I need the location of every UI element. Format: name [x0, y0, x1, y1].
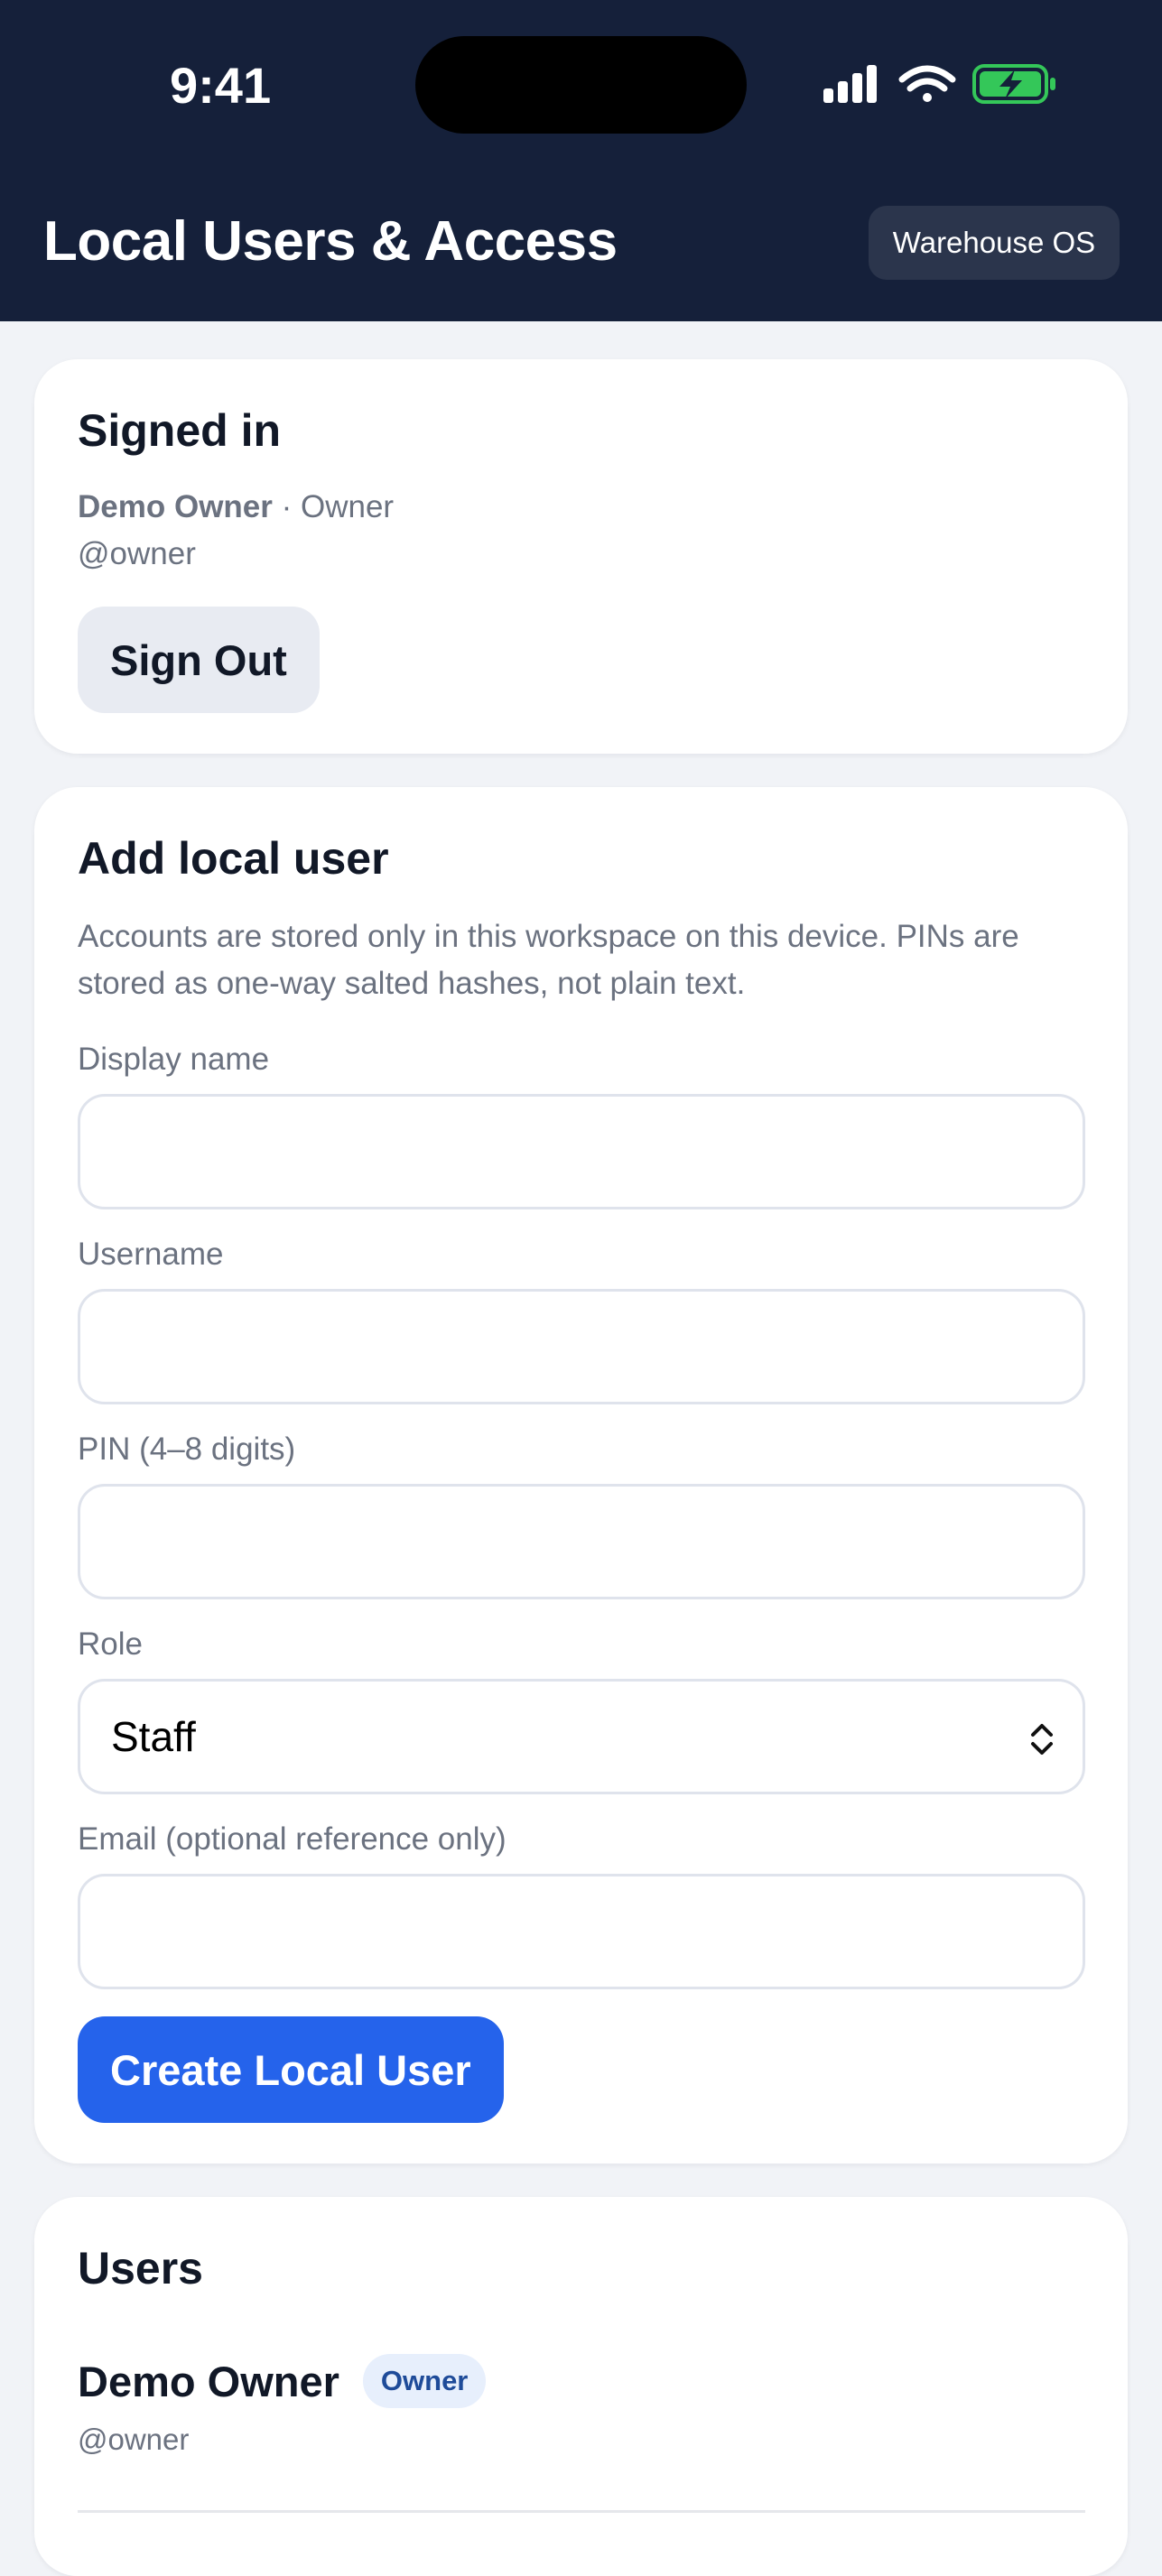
- signed-in-title: Signed in: [78, 405, 281, 456]
- add-user-title: Add local user: [78, 833, 389, 884]
- signed-in-role: Owner: [301, 489, 395, 524]
- page-title: Local Users & Access: [43, 210, 618, 273]
- signed-in-separator: ·: [272, 489, 301, 524]
- signed-in-user-line: Demo Owner · Owner: [78, 489, 394, 525]
- dynamic-island: [415, 36, 747, 134]
- signed-in-card: Signed in Demo Owner · Owner @owner Sign…: [34, 359, 1128, 754]
- users-card: Users Demo Owner Owner @owner: [34, 2197, 1128, 2576]
- users-title: Users: [78, 2243, 203, 2293]
- signed-in-name: Demo Owner: [78, 489, 273, 524]
- pin-input[interactable]: [78, 1484, 1085, 1599]
- user-name-row: Demo Owner Owner: [78, 2350, 1085, 2412]
- role-badge: Owner: [362, 2354, 487, 2408]
- role-select[interactable]: Staff: [78, 1679, 1085, 1794]
- display-name-input[interactable]: [78, 1094, 1085, 1209]
- user-list-item[interactable]: Demo Owner Owner @owner: [78, 2350, 1085, 2513]
- signed-in-handle: @owner: [78, 536, 196, 571]
- app-badge: Warehouse OS: [869, 206, 1120, 280]
- user-name: Demo Owner: [78, 2357, 339, 2405]
- status-time: 9:41: [170, 57, 272, 114]
- username-input[interactable]: [78, 1289, 1085, 1404]
- username-label: Username: [78, 1237, 224, 1272]
- role-label: Role: [78, 1626, 143, 1662]
- signal-icon: [823, 65, 877, 103]
- add-user-card: Add local user Accounts are stored only …: [34, 787, 1128, 2164]
- user-handle: @owner: [78, 2423, 190, 2456]
- email-input[interactable]: [78, 1874, 1085, 1989]
- chevron-up-down-icon: [1028, 1719, 1055, 1768]
- create-local-user-button[interactable]: Create Local User: [78, 2016, 504, 2123]
- add-user-description: Accounts are stored only in this workspa…: [78, 919, 1019, 1001]
- status-icons: [823, 61, 1058, 107]
- wifi-icon: [898, 65, 956, 102]
- role-select-value: Staff: [111, 1713, 196, 1760]
- email-label: Email (optional reference only): [78, 1821, 507, 1857]
- sign-out-button[interactable]: Sign Out: [78, 607, 320, 713]
- battery-charging-icon: [972, 64, 1055, 104]
- app-header: 9:41 Local Users & Access Warehouse OS: [0, 0, 1162, 321]
- pin-label: PIN (4–8 digits): [78, 1432, 296, 1467]
- display-name-label: Display name: [78, 1042, 270, 1077]
